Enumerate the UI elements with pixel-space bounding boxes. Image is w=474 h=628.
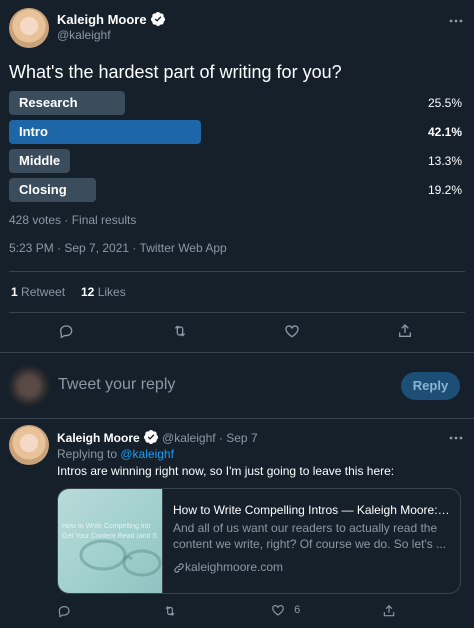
divider xyxy=(0,352,474,353)
author-handle[interactable]: @kaleighf xyxy=(57,28,111,42)
poll-option-percent: 25.5% xyxy=(427,96,462,110)
link-card-url: kaleighmoore.com xyxy=(185,559,284,574)
author-name[interactable]: Kaleigh Moore xyxy=(57,12,147,27)
verified-icon xyxy=(150,11,166,27)
tweet-timestamp[interactable]: 5:23 PM · Sep 7, 2021 · Twitter Web App xyxy=(9,241,227,255)
reply-date[interactable]: · Sep 7 xyxy=(219,431,258,445)
share-icon[interactable] xyxy=(397,323,413,339)
reply-icon[interactable] xyxy=(58,323,74,339)
reply-like[interactable]: 6 xyxy=(271,603,300,617)
link-card-title: How to Write Compelling Intros — Kaleigh… xyxy=(173,503,450,517)
poll-meta: 428 votes · Final results xyxy=(9,213,137,227)
author-name-row[interactable]: Kaleigh Moore xyxy=(57,11,166,27)
poll-option-label: Research xyxy=(19,95,78,110)
reply-author-name[interactable]: Kaleigh Moore xyxy=(57,431,140,445)
retweet-icon[interactable] xyxy=(163,604,177,618)
likes-stat[interactable]: 12 Likes xyxy=(81,285,126,299)
likes-count: 12 xyxy=(81,285,95,299)
link-card-description: And all of us want our readers to actual… xyxy=(173,521,447,551)
glasses-illustration xyxy=(79,539,162,577)
more-icon[interactable] xyxy=(449,14,463,28)
link-card[interactable]: How to Write Compelling Intr Get Your Co… xyxy=(57,488,461,594)
divider xyxy=(0,418,474,419)
like-icon xyxy=(271,603,285,617)
poll-option-percent: 13.3% xyxy=(427,154,462,168)
reply-text: Intros are winning right now, so I'm jus… xyxy=(57,464,395,478)
reply-author-handle[interactable]: @kaleighf xyxy=(162,431,216,445)
poll-option-percent: 19.2% xyxy=(427,183,462,197)
replying-to-handle[interactable]: @kaleighf xyxy=(120,447,174,461)
poll-option-label: Closing xyxy=(19,182,67,197)
link-card-image: How to Write Compelling Intr Get Your Co… xyxy=(58,489,162,593)
retweet-label: Retweet xyxy=(21,285,66,299)
retweet-icon[interactable] xyxy=(172,323,188,339)
link-card-domain: kaleighmoore.com xyxy=(173,558,450,575)
divider xyxy=(9,271,465,272)
link-card-body: How to Write Compelling Intros — Kaleigh… xyxy=(162,489,460,593)
poll-question: What's the hardest part of writing for y… xyxy=(9,62,342,82)
compose-avatar xyxy=(9,366,49,406)
reply-header: Kaleigh Moore @kaleighf · Sep 7 xyxy=(57,429,258,445)
reply-author-avatar[interactable] xyxy=(9,425,49,465)
share-icon[interactable] xyxy=(382,604,396,618)
reply-icon[interactable] xyxy=(57,604,71,618)
like-icon[interactable] xyxy=(284,323,300,339)
replying-to-prefix: Replying to xyxy=(57,447,121,461)
replying-to: Replying to @kaleighf xyxy=(57,447,174,461)
link-icon xyxy=(173,560,185,574)
poll-option-label: Middle xyxy=(19,153,61,168)
like-count: 6 xyxy=(294,604,301,616)
poll-option-label: Intro xyxy=(19,124,48,139)
verified-icon xyxy=(143,429,159,445)
more-icon[interactable] xyxy=(449,431,463,445)
retweet-stat[interactable]: 1 Retweet xyxy=(11,285,65,299)
reply-button[interactable]: Reply xyxy=(401,372,460,400)
author-avatar[interactable] xyxy=(9,8,49,48)
retweet-count: 1 xyxy=(11,285,18,299)
poll-option-percent: 42.1% xyxy=(427,125,462,139)
likes-label: Likes xyxy=(97,285,126,299)
divider xyxy=(9,312,465,313)
reply-input[interactable]: Tweet your reply xyxy=(58,376,175,394)
